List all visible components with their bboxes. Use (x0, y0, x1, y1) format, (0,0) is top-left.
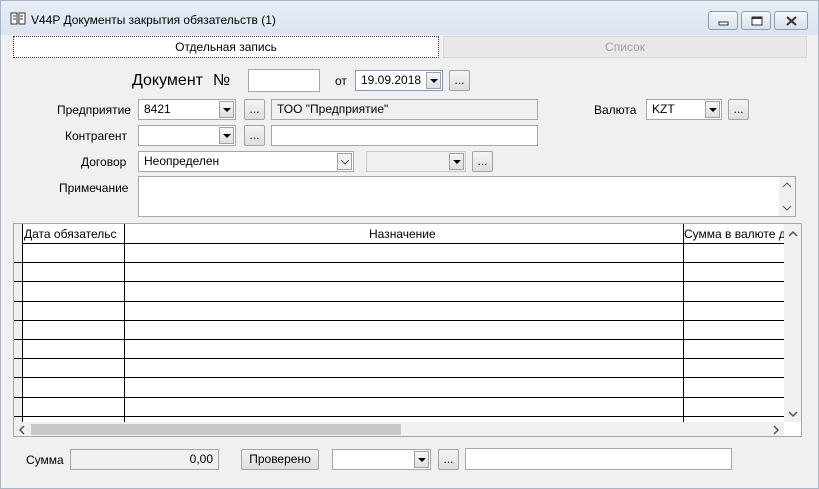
enterprise-lookup-button[interactable]: ... (244, 99, 265, 120)
counterparty-label: Контрагент (65, 129, 128, 143)
status-dropdown-button[interactable] (414, 451, 429, 468)
date-value: 19.09.2018 (361, 73, 422, 87)
table-row[interactable] (14, 378, 784, 398)
column-header-date[interactable]: Дата обязательс (24, 227, 134, 241)
contract-lookup-button[interactable]: ... (472, 151, 493, 172)
status-lookup-button[interactable]: ... (438, 449, 459, 470)
enterprise-label: Предприятие (57, 103, 131, 117)
sum-field: 0,00 (70, 449, 219, 470)
scrollbar-thumb[interactable] (31, 424, 401, 435)
contract-select[interactable]: Неопределен (138, 151, 354, 172)
grid-horizontal-scrollbar[interactable] (14, 422, 784, 436)
scroll-arrows-icon (782, 182, 792, 211)
date-dropdown-button[interactable] (426, 72, 441, 89)
currency-value: KZT (652, 102, 675, 116)
currency-select[interactable]: KZT (646, 99, 722, 120)
currency-dropdown-button[interactable] (705, 101, 720, 118)
close-icon (786, 16, 797, 26)
status-select[interactable] (332, 449, 431, 470)
date-picker[interactable]: 19.09.2018 (355, 70, 443, 91)
chevron-down-icon (709, 108, 717, 112)
scroll-arrows-icon (788, 230, 798, 418)
restore-icon (751, 16, 763, 26)
sum-label: Сумма (26, 453, 64, 467)
date-lookup-button[interactable]: ... (449, 70, 470, 91)
enterprise-code: 8421 (144, 102, 171, 116)
column-header-purpose[interactable]: Назначение (369, 227, 436, 241)
chevron-down-icon (223, 134, 231, 138)
title-bar[interactable]: V44P Документы закрытия обязательств (1) (1, 1, 818, 35)
chevron-down-icon (430, 79, 438, 83)
enterprise-name-field: ТОО "Предприятие" (271, 99, 538, 120)
table-row[interactable] (14, 282, 784, 302)
grid-vertical-scrollbar[interactable] (784, 224, 801, 422)
table-row[interactable] (14, 263, 784, 283)
enterprise-dropdown-button[interactable] (219, 101, 234, 118)
chevron-down-icon (223, 108, 231, 112)
currency-lookup-button[interactable]: ... (728, 99, 749, 120)
minimize-button[interactable] (708, 11, 738, 30)
counterparty-lookup-button[interactable]: ... (244, 125, 265, 146)
number-label: № (213, 72, 231, 89)
counterparty-dropdown-button[interactable] (219, 127, 234, 144)
counterparty-code-select[interactable] (138, 125, 236, 146)
contract-dropdown-button[interactable] (337, 153, 352, 170)
row-divider (14, 415, 784, 417)
chevron-down-icon (418, 458, 426, 462)
app-window: V44P Документы закрытия обязательств (1)… (0, 0, 819, 489)
note-scrollbar[interactable] (779, 177, 795, 216)
table-row[interactable] (14, 244, 784, 264)
document-number-input[interactable] (248, 69, 320, 92)
window-title: V44P Документы закрытия обязательств (1) (31, 13, 276, 27)
minimize-icon (718, 21, 729, 26)
grid-header: Дата обязательс Назначение Сумма в валют… (14, 224, 784, 244)
chevron-down-icon (341, 160, 349, 165)
document-label: Документ (132, 72, 203, 89)
contract-extra-select[interactable] (366, 151, 466, 172)
obligations-grid[interactable]: Дата обязательс Назначение Сумма в валют… (13, 223, 802, 437)
enterprise-code-select[interactable]: 8421 (138, 99, 236, 120)
note-label: Примечание (59, 181, 129, 195)
contract-extra-dropdown-button[interactable] (449, 153, 464, 170)
close-button[interactable] (774, 11, 808, 30)
table-row[interactable] (14, 398, 784, 417)
contract-value: Неопределен (144, 154, 220, 168)
table-row[interactable] (14, 359, 784, 379)
tab-single-record[interactable]: Отдельная запись (13, 36, 439, 58)
tab-list[interactable]: Список (443, 36, 807, 58)
table-row[interactable] (14, 302, 784, 321)
currency-label: Валюта (594, 103, 637, 117)
book-icon (10, 12, 26, 26)
status-text-field[interactable] (465, 448, 732, 470)
maximize-button[interactable] (741, 11, 771, 30)
counterparty-name-field (271, 125, 538, 146)
note-textarea[interactable] (138, 176, 796, 217)
table-row[interactable] (14, 321, 784, 340)
chevron-down-icon (453, 160, 461, 164)
table-row[interactable] (14, 340, 784, 360)
contract-label: Договор (81, 155, 127, 169)
column-header-amount[interactable]: Сумма в валюте д (684, 227, 784, 241)
checked-button[interactable]: Проверено (241, 449, 319, 470)
date-from-label: от (335, 74, 347, 88)
